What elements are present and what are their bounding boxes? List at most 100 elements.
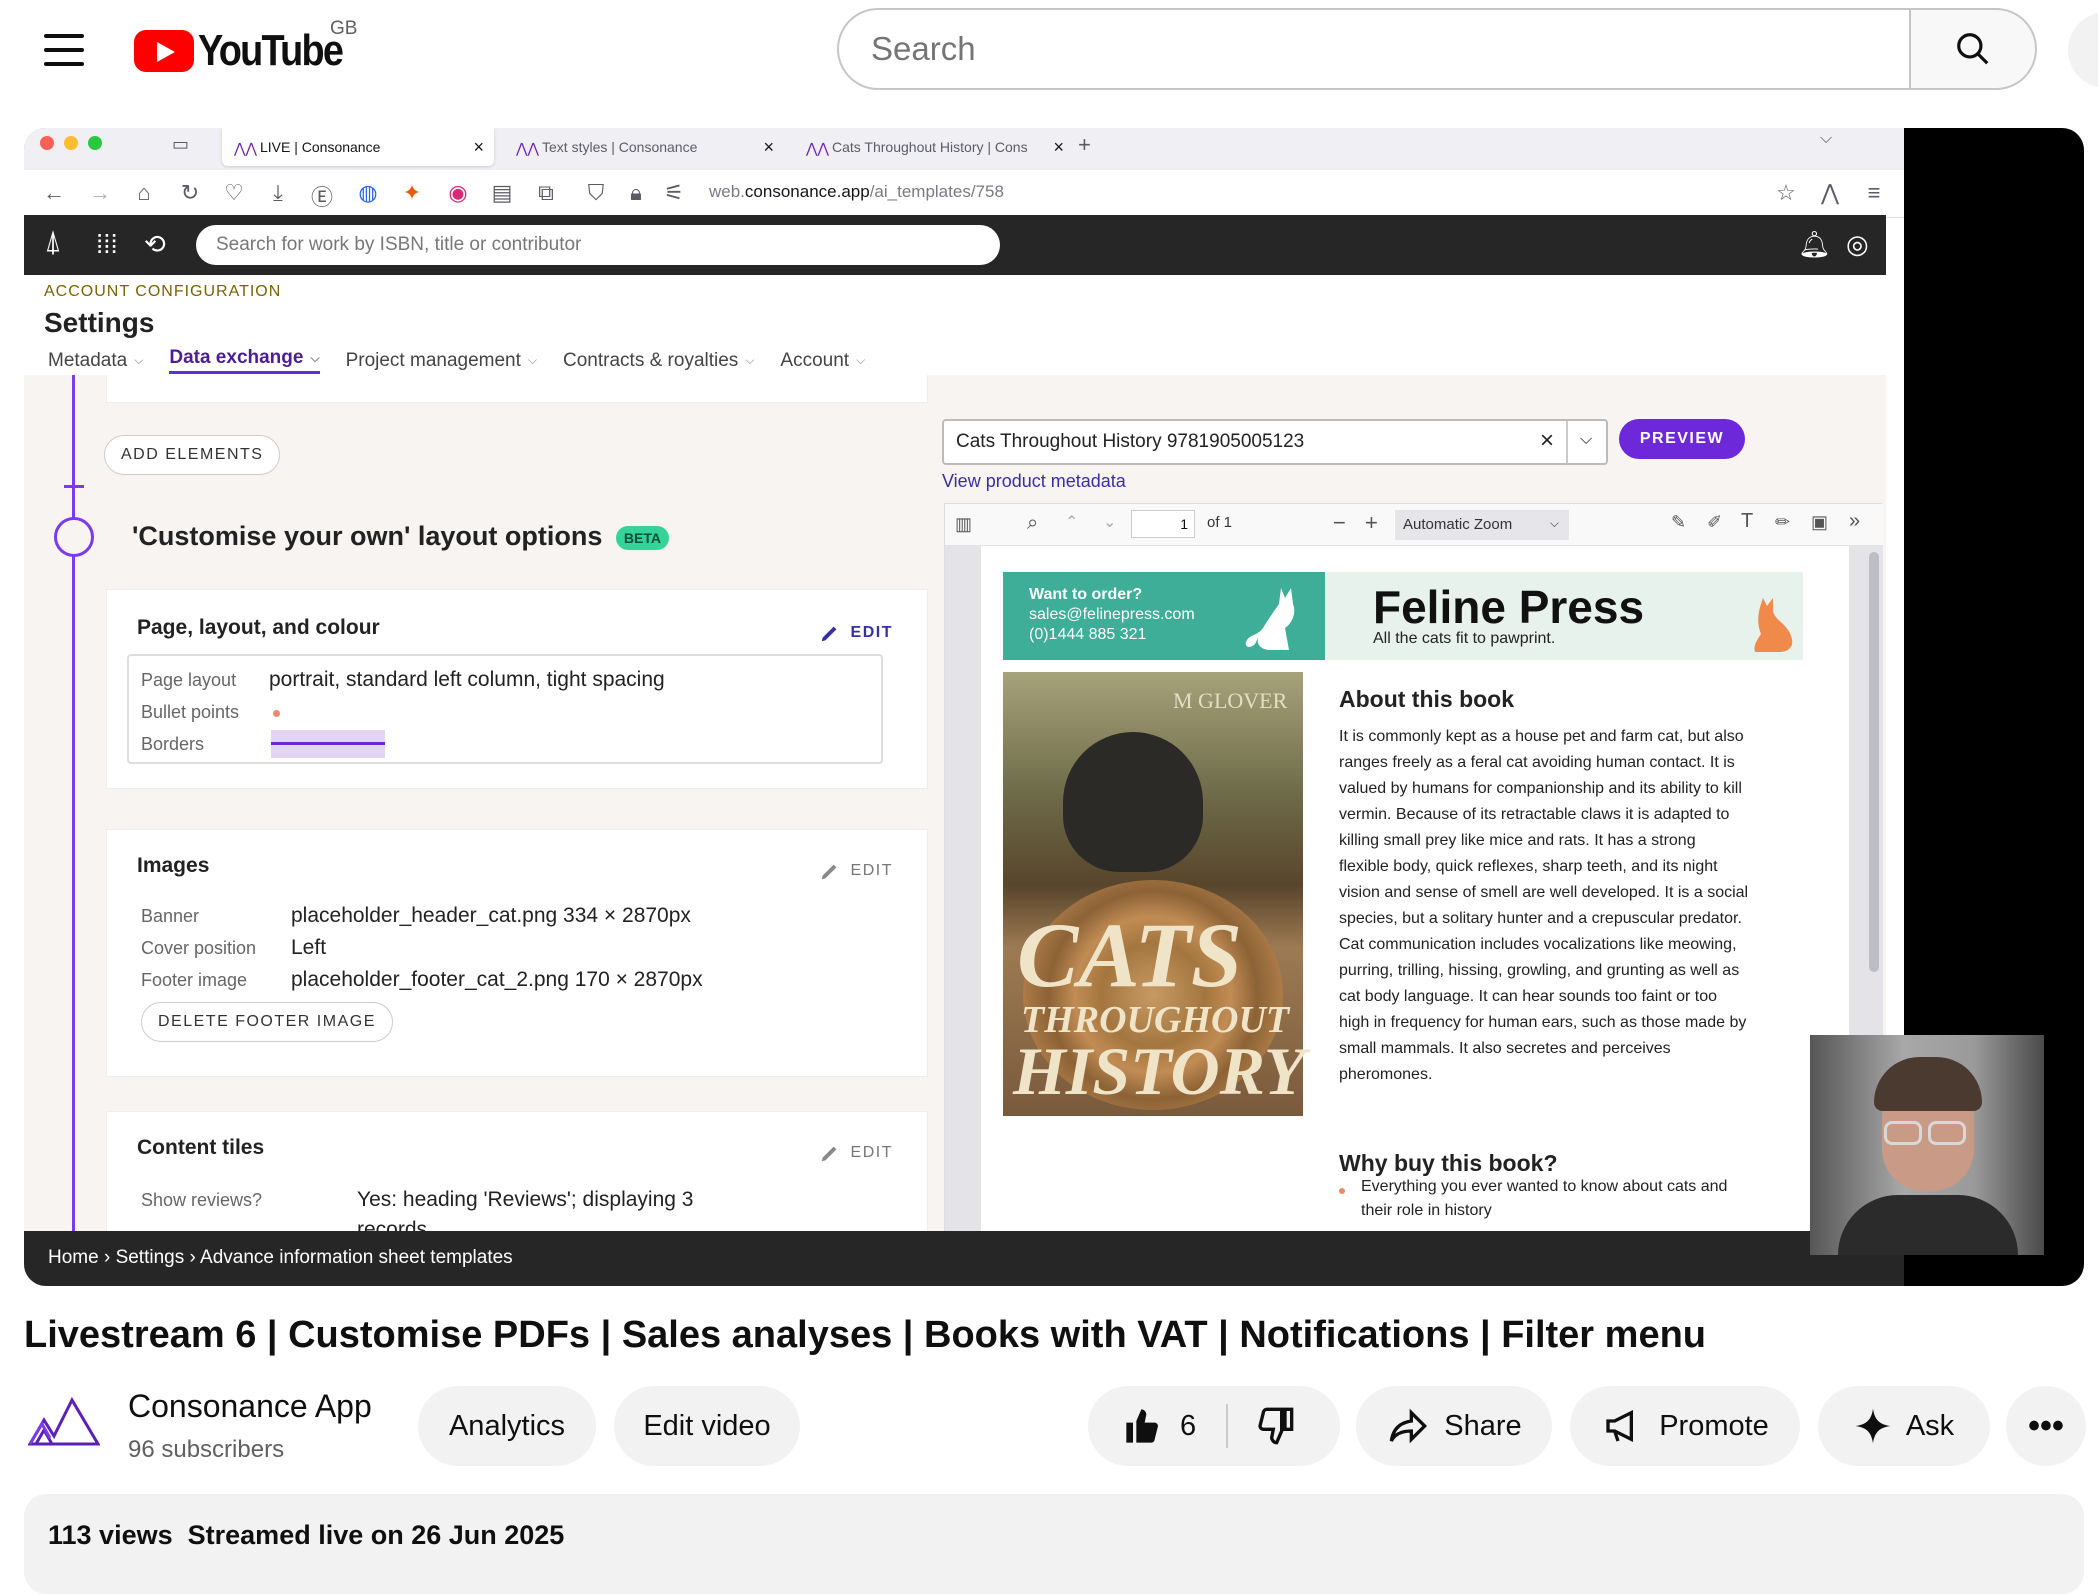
ask-button[interactable]: Ask <box>1818 1386 1990 1466</box>
edit-images-button[interactable]: EDIT <box>819 860 893 882</box>
consonance-cat-logo-icon[interactable]: ⍋ <box>44 225 62 259</box>
like-button[interactable]: 6 <box>1088 1386 1224 1466</box>
back-icon[interactable]: ← <box>40 180 68 206</box>
pdf-sidebar-icon[interactable]: ▥ <box>955 514 972 535</box>
voice-search-button[interactable] <box>2068 12 2098 88</box>
extension-fox-icon[interactable]: ✦ <box>398 180 426 206</box>
order-title: Want to order? <box>1029 586 1143 603</box>
why-heading: Why buy this book? <box>1339 1150 1558 1176</box>
pdf-more-tools-icon[interactable]: » <box>1849 510 1860 533</box>
delete-footer-image-button[interactable]: DELETE FOOTER IMAGE <box>141 1002 393 1042</box>
pdf-highlight-icon[interactable]: ✐ <box>1707 512 1722 533</box>
pdf-prev-page-icon[interactable]: ⌃ <box>1065 512 1078 532</box>
pencil-icon <box>821 864 836 880</box>
notifications-bell-icon[interactable]: 🔔︎ <box>1798 229 1831 260</box>
more-actions-icon[interactable]: ••• <box>2006 1386 2086 1466</box>
apps-grid-icon[interactable]: ⁞⁞⁞ <box>96 229 118 260</box>
extension-consonance-icon[interactable]: ⋀ <box>1816 180 1844 206</box>
pdf-image-icon[interactable]: ▣ <box>1811 512 1828 533</box>
pocket-icon[interactable]: ♡ <box>220 180 248 206</box>
promote-button[interactable]: Promote <box>1570 1386 1800 1466</box>
user-account-icon[interactable]: ◎ <box>1846 229 1869 260</box>
nav-project-management[interactable]: Project management ⌵ <box>346 347 537 374</box>
analytics-button[interactable]: Analytics <box>418 1386 596 1466</box>
sidebar-toggle-icon[interactable]: ▭ <box>172 134 189 155</box>
pdf-find-icon[interactable]: ⌕ <box>1027 512 1038 535</box>
cover-title-line: HISTORY <box>1013 1033 1306 1109</box>
minimize-window-dot[interactable] <box>64 136 78 150</box>
extension-globe-icon[interactable]: ◍ <box>354 180 382 206</box>
hamburger-menu-icon[interactable] <box>36 28 92 72</box>
shield-icon[interactable]: ⛉ <box>582 180 610 206</box>
nav-label: Contracts & royalties <box>563 349 739 371</box>
pdf-next-page-icon[interactable]: ⌄ <box>1103 512 1116 532</box>
edit-page-layout-button[interactable]: EDIT <box>819 622 893 644</box>
pdf-page-number-input[interactable]: 1 <box>1131 510 1195 538</box>
nav-account[interactable]: Account ⌵ <box>780 347 865 374</box>
edit-content-tiles-button[interactable]: EDIT <box>819 1142 893 1164</box>
site-permissions-icon[interactable]: ⚟ <box>660 180 688 206</box>
lock-icon[interactable]: 🔒︎ <box>622 180 650 206</box>
tab-label: LIVE | Consonance <box>260 139 381 155</box>
work-search-input[interactable]: Search for work by ISBN, title or contri… <box>196 225 1000 265</box>
tab-list-chevron-icon[interactable]: ⌵ <box>1820 130 1832 148</box>
add-elements-button[interactable]: ADD ELEMENTS <box>104 435 281 475</box>
close-tab-icon[interactable]: × <box>473 137 484 158</box>
video-player[interactable]: ▭ ⋀⋀ LIVE | Consonance × ⋀⋀ Text styles … <box>24 128 2084 1286</box>
row-label: Footer image <box>141 970 248 990</box>
reload-icon[interactable]: ↻ <box>176 180 204 206</box>
edit-video-button[interactable]: Edit video <box>614 1386 800 1466</box>
description-box[interactable]: 113 views Streamed live on 26 Jun 2025 <box>24 1494 2084 1594</box>
downloads-icon[interactable]: ⤓ <box>264 180 292 206</box>
channel-name[interactable]: Consonance App <box>128 1388 372 1425</box>
about-line: cat body language. It can hear sounds to… <box>1339 988 1718 1005</box>
product-select[interactable]: Cats Throughout History 9781905005123 × … <box>942 419 1608 465</box>
address-bar[interactable]: web.consonance.app/ai_templates/758 <box>709 182 1004 202</box>
pdf-zoom-out-icon[interactable]: − <box>1333 510 1346 536</box>
about-line: killing small prey like mice and rats. I… <box>1339 832 1696 849</box>
extension-box-icon[interactable]: ▤ <box>488 180 516 206</box>
nav-data-exchange[interactable]: Data exchange ⌵ <box>169 347 320 374</box>
cover-title-line: CATS <box>1017 904 1243 1006</box>
close-window-dot[interactable] <box>40 136 54 150</box>
about-line: It is commonly kept as a house pet and f… <box>1339 728 1744 745</box>
zoom-value: Automatic Zoom <box>1403 516 1513 533</box>
history-icon[interactable]: ⟲ <box>144 229 166 260</box>
nav-label: Data exchange <box>169 347 304 368</box>
close-tab-icon[interactable]: × <box>763 137 774 158</box>
bookmark-star-icon[interactable]: ☆ <box>1772 180 1800 206</box>
chevron-down-icon[interactable]: ⌵ <box>1580 431 1592 449</box>
close-tab-icon[interactable]: × <box>1053 137 1064 158</box>
pdf-zoom-select[interactable]: Automatic Zoom ⌵ <box>1395 510 1569 540</box>
dislike-button[interactable] <box>1254 1386 1340 1466</box>
extension-color-icon[interactable]: ◉ <box>444 180 472 206</box>
clear-selection-icon[interactable]: × <box>1540 427 1554 455</box>
pdf-scrollbar[interactable] <box>1869 552 1879 972</box>
maximize-window-dot[interactable] <box>88 136 102 150</box>
pdf-zoom-in-icon[interactable]: + <box>1365 510 1378 536</box>
preview-button[interactable]: PREVIEW <box>1619 419 1745 459</box>
browser-tab-text-styles[interactable]: ⋀⋀ Text styles | Consonance × <box>504 128 784 166</box>
new-tab-icon[interactable]: + <box>1078 132 1091 158</box>
pdf-draw-icon[interactable]: ✏︎ <box>1775 512 1790 533</box>
extensions-puzzle-icon[interactable]: ⧉ <box>532 180 560 206</box>
menu-lines-icon[interactable]: ≡ <box>1860 180 1888 206</box>
layout-summary-box[interactable]: Page layout portrait, standard left colu… <box>127 654 883 764</box>
extension-e-icon[interactable]: Ⓔ <box>308 180 336 212</box>
youtube-search-input[interactable] <box>837 8 1909 90</box>
forward-icon[interactable]: → <box>86 180 114 206</box>
home-icon[interactable]: ⌂ <box>130 180 158 206</box>
pdf-text-icon[interactable]: T <box>1741 510 1753 533</box>
browser-tab-cats[interactable]: ⋀⋀ Cats Throughout History | Cons × <box>794 128 1074 166</box>
channel-avatar[interactable] <box>28 1394 100 1448</box>
border-swatch-line <box>271 742 385 745</box>
view-product-metadata-link[interactable]: View product metadata <box>942 471 1126 492</box>
nav-contracts-royalties[interactable]: Contracts & royalties ⌵ <box>563 347 754 374</box>
nav-metadata[interactable]: Metadata ⌵ <box>48 347 143 374</box>
browser-tab-live[interactable]: ⋀⋀ LIVE | Consonance × <box>222 128 494 166</box>
timeline-line <box>72 375 75 1231</box>
share-button[interactable]: Share <box>1356 1386 1552 1466</box>
pdf-edit-icon[interactable]: ✎ <box>1671 512 1686 533</box>
card-title: Page, layout, and colour <box>137 616 380 639</box>
youtube-search-button[interactable] <box>1909 8 2037 90</box>
